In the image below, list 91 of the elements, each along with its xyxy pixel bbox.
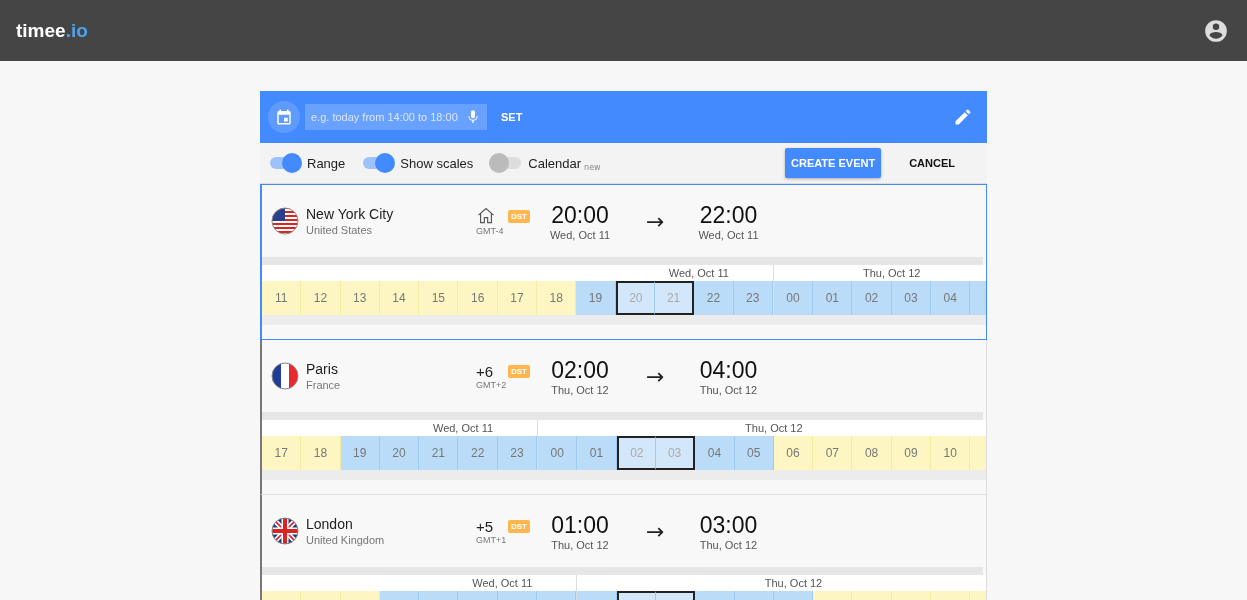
hour-cell[interactable]: 22 (458, 436, 498, 470)
hour-cell[interactable]: 19 (576, 281, 616, 315)
hour-cell[interactable]: 00 (538, 436, 578, 470)
account-icon[interactable] (1203, 17, 1229, 44)
hour-cell[interactable]: 02 (616, 436, 656, 470)
city-card[interactable]: Paris France +6 GMT+2 DST 02:00 Thu, Oct 12 → 04:00 Thu, Oct 12 Wed, Oct 11 17 18 19 20 21 22 23 Thu, Oct 12 00 01 02 03 04 05 06 07 08 09 10 (260, 340, 987, 495)
hour-cell[interactable]: 10 (931, 436, 971, 470)
flag-icon (271, 207, 299, 235)
hour-cell[interactable]: 13 (340, 281, 380, 315)
hour-cell[interactable]: 20 (379, 436, 420, 470)
hour-cell[interactable]: 08 (852, 436, 892, 470)
day-label: Wed, Oct 11 (432, 422, 494, 434)
country-name: United Kingdom (306, 534, 386, 546)
toggle-label: Range (307, 155, 346, 171)
city-name: London (306, 516, 354, 532)
arrow: → (646, 518, 665, 544)
hour-cell[interactable]: 15 (419, 281, 459, 315)
day-label: Thu, Oct 12 (764, 577, 823, 589)
hour-cell[interactable]: 19 (340, 436, 380, 470)
toggle-label: Calendar (528, 155, 582, 171)
end-time: 03:00 (699, 511, 758, 539)
hour-cell[interactable]: 01 (577, 436, 617, 470)
dst-badge: DST (508, 519, 530, 533)
end-date: Thu, Oct 12 (699, 538, 758, 551)
hour-cell[interactable]: 04 (695, 436, 735, 470)
hour-offset: +5 (476, 517, 494, 535)
hour-cell[interactable]: 05 (734, 436, 774, 470)
end-date: Thu, Oct 12 (699, 383, 758, 396)
hour-cell[interactable]: 18 (537, 281, 577, 315)
new-note: new (584, 162, 601, 172)
hour-offset: +6 (476, 362, 494, 380)
dst-badge: DST (508, 209, 530, 223)
calendar-button[interactable] (268, 101, 300, 133)
start-date: Thu, Oct 12 (551, 383, 609, 396)
hour-cell[interactable]: 09 (891, 436, 932, 470)
hour-cell[interactable]: 03 (891, 281, 932, 315)
hour-cell[interactable]: 02 (852, 281, 892, 315)
hour-cell[interactable]: 20 (615, 281, 655, 315)
cancel-button[interactable]: CANCEL (895, 148, 969, 178)
hour-cell[interactable]: 21 (654, 281, 695, 315)
hour-cell[interactable]: 03 (655, 436, 696, 470)
day-label: Wed, Oct 11 (668, 267, 729, 279)
hour-cell[interactable]: 22 (694, 281, 734, 315)
start-date: Wed, Oct 11 (549, 228, 611, 241)
hour-cell[interactable]: 18 (301, 436, 341, 470)
hour-cell[interactable]: 21 (419, 436, 459, 470)
home-icon (476, 206, 496, 226)
set-button[interactable]: SET (495, 110, 529, 124)
toggle-label: Show scales (400, 155, 474, 171)
city-card[interactable]: London United Kingdom +5 GMT+1 DST 01:00 Thu, Oct 12 → 03:00 Thu, Oct 12 Wed, Oct 11 Thu, Oct 12 (260, 495, 987, 600)
hour-cell[interactable]: 11 (262, 281, 302, 315)
country-name: France (306, 379, 342, 391)
hour-cell[interactable]: 04 (931, 281, 971, 315)
flag-icon (271, 362, 299, 390)
gmt-offset: GMT-4 (476, 226, 504, 236)
hour-cell[interactable]: 06 (773, 436, 814, 470)
edit-icon[interactable] (953, 107, 973, 127)
hour-cell[interactable]: 07 (813, 436, 853, 470)
end-time: 22:00 (699, 201, 758, 229)
city-name: New York City (306, 206, 395, 222)
day-label: Thu, Oct 12 (863, 267, 921, 279)
start-date: Thu, Oct 12 (551, 538, 609, 551)
city-name: Paris (306, 361, 339, 377)
logo[interactable]: timee.io (16, 19, 88, 42)
hour-cell[interactable]: 01 (813, 281, 853, 315)
flag-icon (271, 517, 299, 545)
hour-cell[interactable]: 12 (301, 281, 341, 315)
dst-badge: DST (508, 364, 530, 378)
hour-cell[interactable]: 17 (497, 281, 538, 315)
hour-cell[interactable]: 23 (497, 436, 538, 470)
start-time: 20:00 (551, 201, 609, 229)
hour-cell[interactable]: 00 (773, 281, 814, 315)
city-card[interactable]: New York City United States GMT-4 DST 20:00 Wed, Oct 11 → 22:00 Wed, Oct 11 Wed, Oct 11 11 12 13 14 15 16 17 18 19 20 21 22 23 Thu, Oct 12 00 01 02 03 04 (260, 184, 987, 340)
day-label: Thu, Oct 12 (745, 422, 803, 434)
day-label: Wed, Oct 11 (472, 577, 533, 589)
end-date: Wed, Oct 11 (698, 228, 759, 241)
hour-cell[interactable]: 23 (733, 281, 773, 315)
arrow: → (646, 363, 665, 389)
end-time: 04:00 (699, 356, 758, 384)
create-event-button[interactable]: CREATE EVENT (785, 148, 882, 178)
gmt-offset: GMT+2 (476, 379, 507, 390)
gmt-offset: GMT+1 (476, 534, 507, 545)
start-time: 01:00 (551, 511, 609, 539)
start-time: 02:00 (551, 356, 609, 384)
microphone-icon[interactable] (465, 109, 481, 125)
arrow: → (646, 208, 665, 234)
country-name: United States (306, 224, 374, 236)
hour-cell[interactable]: 17 (262, 436, 302, 470)
calendar-icon (275, 108, 293, 126)
hour-cell[interactable]: 14 (379, 281, 420, 315)
hour-cell[interactable]: 16 (458, 281, 498, 315)
